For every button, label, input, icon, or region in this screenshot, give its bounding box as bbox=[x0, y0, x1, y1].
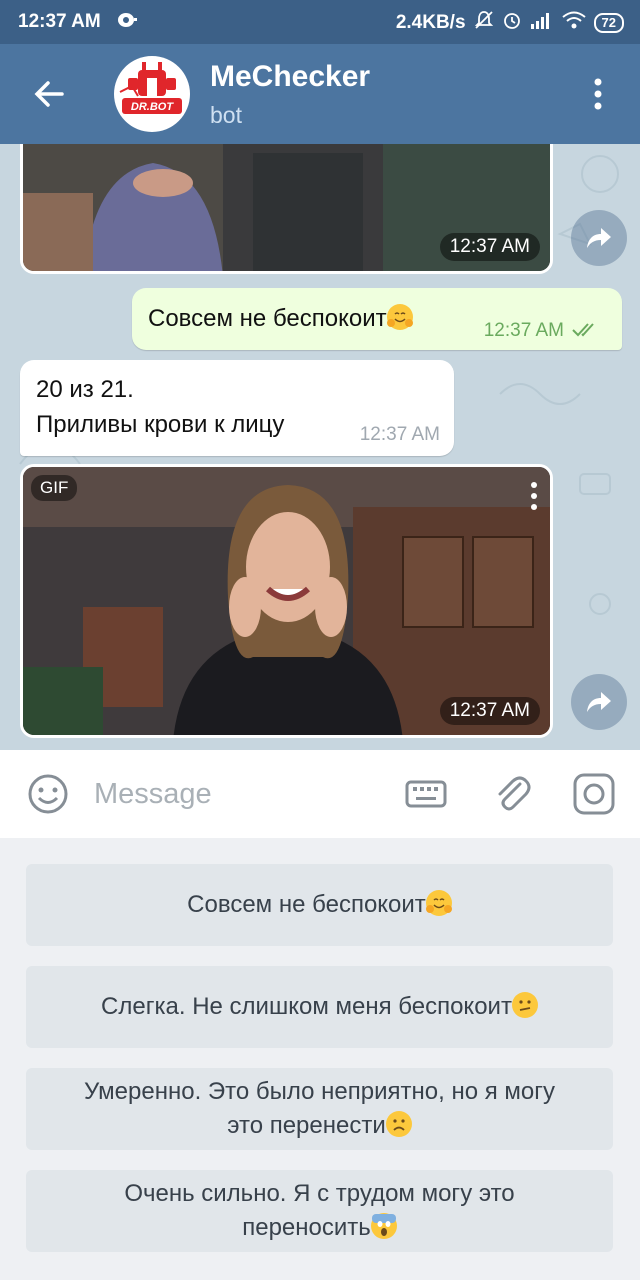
status-icons: 2.4KB/s 72 bbox=[396, 10, 624, 36]
vertical-dots-icon bbox=[594, 78, 602, 110]
reply-button-1[interactable]: Совсем не беспокоит bbox=[26, 864, 613, 946]
share-arrow-icon bbox=[587, 692, 611, 712]
back-button[interactable] bbox=[30, 74, 70, 114]
reply-line-2: переносить bbox=[242, 1214, 371, 1241]
message-time: 12:37 AM bbox=[439, 697, 540, 725]
reply-line-2: это перенести bbox=[227, 1112, 386, 1139]
reply-button-label: Совсем не беспокоит bbox=[26, 888, 613, 922]
notification-icon bbox=[116, 10, 138, 35]
share-arrow-icon bbox=[587, 228, 611, 248]
bot-reply-keyboard: Совсем не беспокоит Слегка. Не слишком м… bbox=[0, 838, 640, 1280]
arrow-left-icon bbox=[34, 81, 64, 107]
reply-button-4[interactable]: Очень сильно. Я с трудом могу это перено… bbox=[26, 1170, 613, 1252]
message-time: 12:37 AM bbox=[483, 320, 564, 341]
reply-button-label: это перенести bbox=[26, 1109, 613, 1143]
wifi-icon bbox=[561, 11, 586, 35]
message-line-1: 20 из 21. bbox=[36, 376, 134, 403]
gif-more-button[interactable] bbox=[530, 481, 538, 511]
bot-avatar[interactable]: DR.BOT bbox=[114, 56, 190, 132]
attach-button[interactable] bbox=[490, 772, 534, 816]
hugging-face-emoji bbox=[386, 304, 413, 330]
chat-header: DR.BOT MeChecker bot bbox=[0, 44, 640, 144]
screaming-face-emoji bbox=[370, 1213, 397, 1239]
gif-message[interactable]: GIF 12:37 AM bbox=[20, 464, 553, 738]
doctor-bot-logo: DR.BOT bbox=[119, 62, 182, 114]
video-message[interactable]: 12:37 AM bbox=[20, 144, 553, 274]
message-text: Совсем не беспокоит bbox=[148, 304, 413, 333]
incoming-message[interactable]: 20 из 21. Приливы крови к лицу 12:37 AM bbox=[20, 360, 454, 456]
chat-subtitle: bot bbox=[210, 102, 242, 128]
reply-text: Слегка. Не слишком меня беспокоит bbox=[101, 993, 512, 1020]
reply-line-1: Умеренно. Это было неприятно, но я могу bbox=[84, 1078, 555, 1105]
network-speed: 2.4KB/s bbox=[395, 12, 466, 33]
bot-keyboard-button[interactable] bbox=[404, 772, 448, 816]
reply-text: Совсем не беспокоит bbox=[187, 891, 426, 918]
alarm-icon bbox=[502, 10, 522, 36]
hugging-face-emoji bbox=[425, 890, 452, 916]
mute-bell-icon bbox=[474, 10, 494, 36]
paperclip-icon bbox=[498, 776, 531, 811]
frowning-face-emoji bbox=[385, 1111, 412, 1137]
smiley-icon bbox=[28, 774, 68, 814]
vertical-dots-icon bbox=[531, 482, 537, 510]
reply-button-3[interactable]: Умеренно. Это было неприятно, но я могу … bbox=[26, 1068, 613, 1150]
message-time: 12:37 AM bbox=[359, 424, 440, 445]
message-line-2: Приливы крови к лицу bbox=[36, 411, 285, 438]
outgoing-message[interactable]: Совсем не беспокоит 12:37 AM bbox=[132, 288, 622, 350]
svg-text:DR.BOT: DR.BOT bbox=[131, 101, 174, 113]
confused-face-emoji bbox=[511, 992, 538, 1018]
signal-icon bbox=[530, 11, 554, 35]
camera-icon bbox=[573, 773, 615, 815]
message-input[interactable]: Message bbox=[94, 778, 212, 811]
double-check-icon bbox=[572, 322, 602, 343]
emoji-button[interactable] bbox=[26, 772, 70, 816]
forward-button[interactable] bbox=[571, 210, 627, 266]
message-time: 12:37 AM bbox=[439, 233, 540, 261]
reply-button-label: переносить bbox=[26, 1211, 613, 1245]
reply-button-2[interactable]: Слегка. Не слишком меня беспокоит bbox=[26, 966, 613, 1048]
keyboard-icon bbox=[405, 780, 447, 808]
reply-button-label: Слегка. Не слишком меня беспокоит bbox=[26, 990, 613, 1024]
chat-title[interactable]: MeChecker bbox=[210, 60, 370, 94]
camera-button[interactable] bbox=[572, 772, 616, 816]
status-time: 12:37 AM bbox=[18, 11, 101, 32]
battery-indicator: 72 bbox=[593, 13, 624, 33]
status-bar: 12:37 AM 2.4KB/s 72 bbox=[0, 0, 640, 44]
message-text-body: Совсем не беспокоит bbox=[148, 305, 387, 332]
more-options-button[interactable] bbox=[586, 74, 610, 114]
message-input-bar: Message bbox=[0, 750, 640, 838]
forward-button[interactable] bbox=[571, 674, 627, 730]
reply-line-1: Очень сильно. Я с трудом могу это bbox=[124, 1180, 515, 1207]
gif-badge: GIF bbox=[31, 475, 78, 501]
message-list[interactable]: 12:37 AM Совсем не беспокоит 12:37 AM 20… bbox=[0, 144, 640, 750]
